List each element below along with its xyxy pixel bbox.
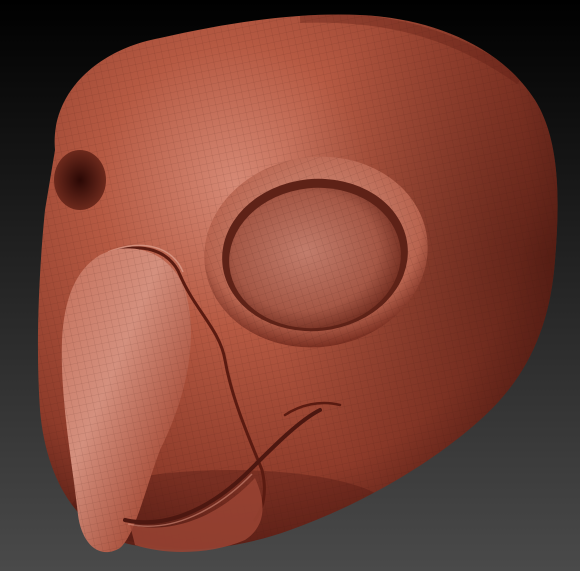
nostril: [54, 150, 106, 210]
sculpt-viewport[interactable]: [0, 0, 580, 571]
render-canvas: [0, 0, 580, 571]
